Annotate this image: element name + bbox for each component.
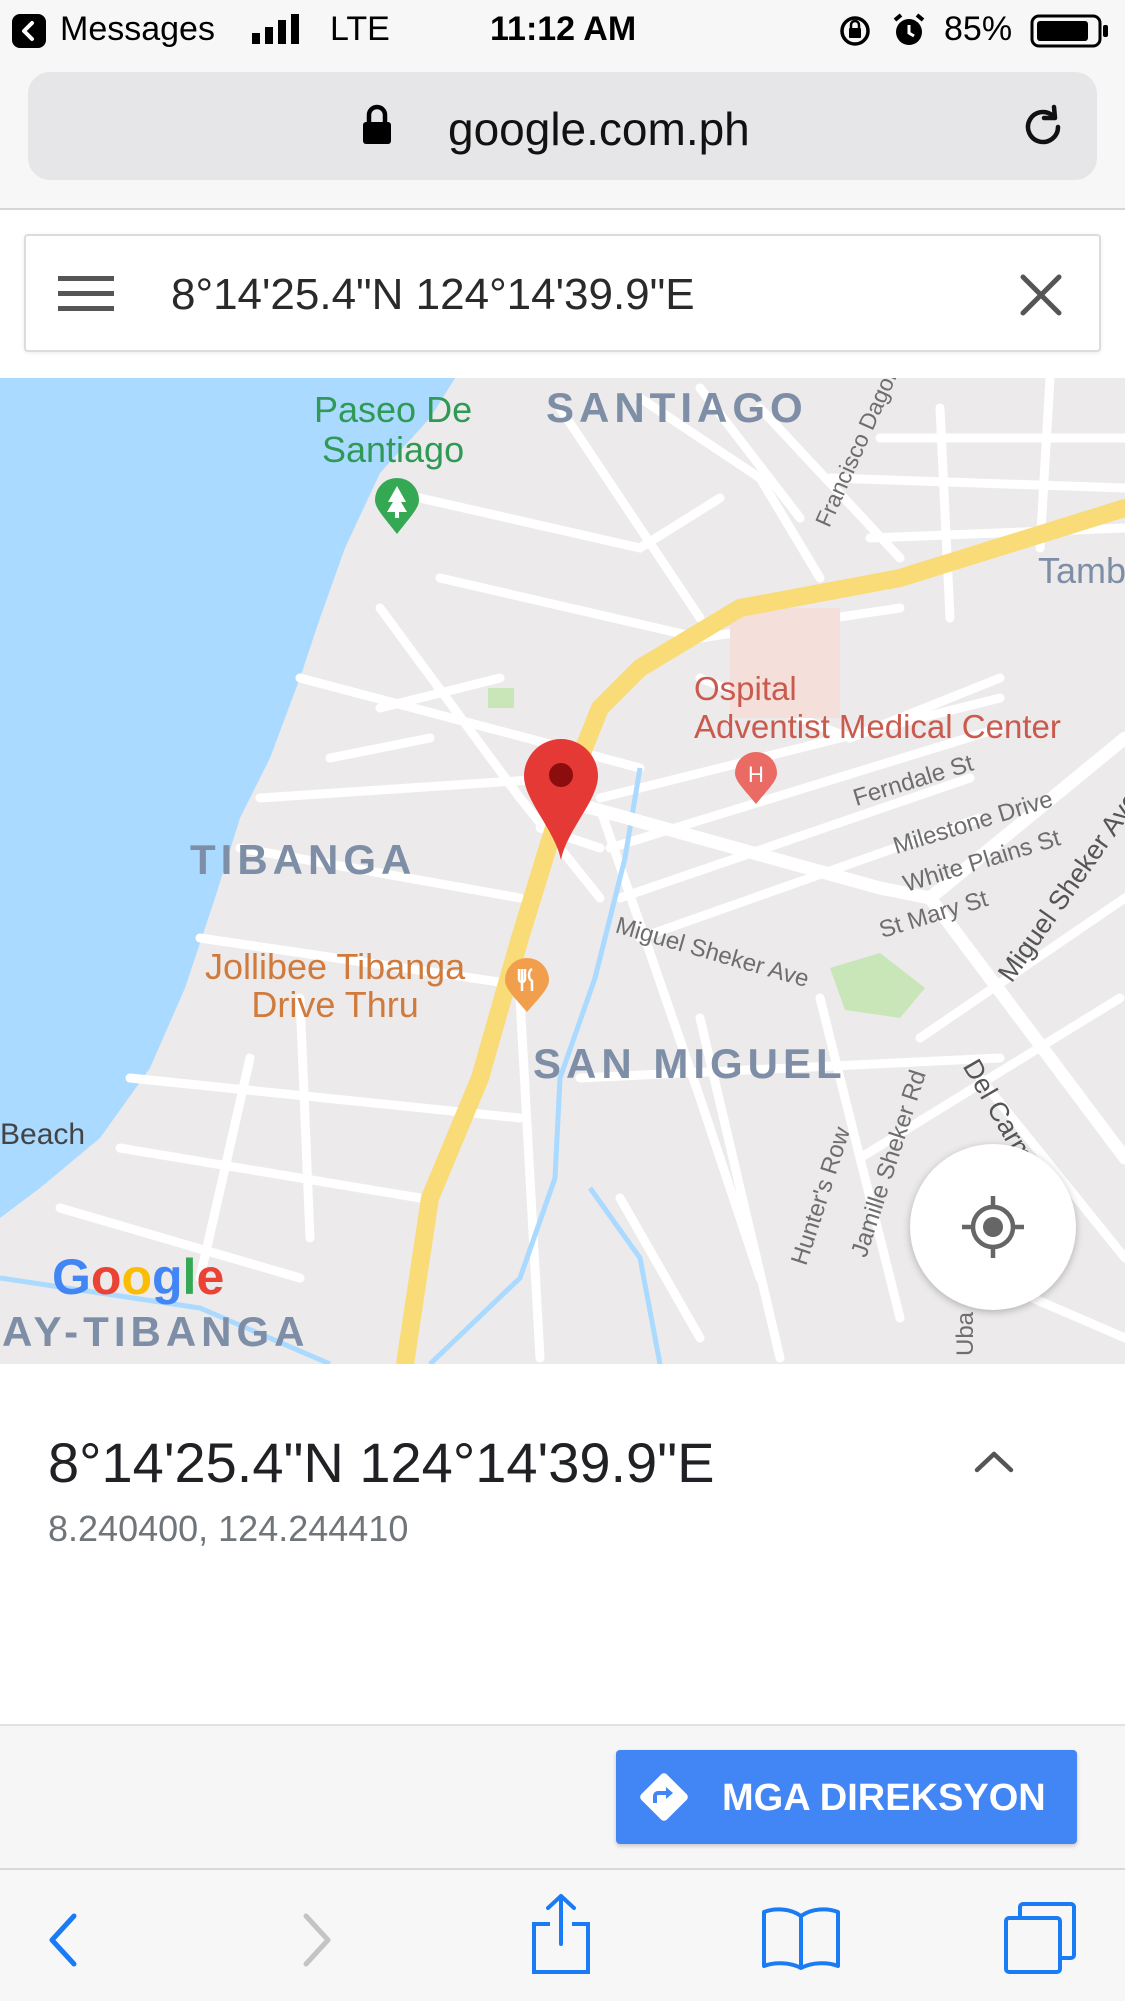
place-label-beach[interactable]: Beach: [0, 1118, 85, 1152]
network-label: LTE: [330, 10, 390, 48]
place-label-ospital[interactable]: Ospital: [694, 670, 797, 708]
url-field[interactable]: google.com.ph: [28, 72, 1097, 180]
svg-text:H: H: [748, 762, 764, 787]
battery-label: 85%: [944, 10, 1013, 48]
search-input[interactable]: 8°14'25.4"N 124°14'39.9"E: [171, 270, 695, 320]
my-location-icon: [960, 1194, 1026, 1265]
battery-icon: [1030, 14, 1110, 57]
area-label-san-miguel: SAN MIGUEL: [533, 1040, 847, 1087]
status-bar: Messages LTE 11:12 AM 85%: [0, 0, 1125, 62]
area-label-tibanga: TIBANGA: [190, 836, 417, 883]
browser-toolbar: [0, 1868, 1125, 2001]
share-icon[interactable]: [530, 1892, 592, 1981]
back-app-label[interactable]: Messages: [60, 10, 215, 49]
back-to-app-icon[interactable]: [12, 14, 46, 48]
lock-icon: [361, 104, 393, 151]
decimal-coordinates: 8.240400, 124.244410: [48, 1508, 409, 1549]
menu-icon[interactable]: [58, 274, 114, 319]
place-label-jollibee[interactable]: Jollibee Tibanga Drive Thru: [205, 948, 465, 1024]
place-label-paseo-de-santiago[interactable]: Paseo De Santiago: [314, 390, 472, 470]
street-label-uba: Uba: [952, 1311, 979, 1356]
reload-icon[interactable]: [1018, 102, 1068, 157]
my-location-button[interactable]: [910, 1144, 1076, 1310]
back-icon[interactable]: [46, 1912, 80, 1973]
bookmarks-icon[interactable]: [760, 1906, 842, 1975]
forward-icon[interactable]: [300, 1912, 334, 1973]
directions-label: MGA DIREKSYON: [722, 1777, 1046, 1819]
restaurant-icon[interactable]: [503, 958, 551, 1019]
clear-icon[interactable]: [1020, 274, 1062, 321]
area-label-ay-tibanga: AY-TIBANGA: [2, 1308, 310, 1355]
location-pin-icon[interactable]: [522, 738, 600, 867]
google-logo: Google: [52, 1248, 224, 1306]
park-area-small: [488, 688, 514, 708]
url-text: google.com.ph: [448, 103, 750, 155]
directions-icon: [638, 1771, 690, 1828]
orientation-lock-icon: [838, 14, 872, 57]
signal-icon: [252, 14, 304, 53]
park-icon[interactable]: [373, 478, 421, 541]
area-label-santiago: SANTIAGO: [546, 384, 808, 431]
action-bar: MGA DIREKSYON: [0, 1724, 1125, 1868]
alarm-icon: [892, 12, 926, 57]
hospital-icon[interactable]: H: [733, 752, 779, 811]
tabs-icon[interactable]: [1002, 1900, 1078, 1981]
place-label-adventist-medical-center[interactable]: Adventist Medical Center: [694, 708, 1061, 746]
browser-address-bar: google.com.ph: [0, 62, 1125, 210]
place-label-tamb[interactable]: Tamb: [1038, 550, 1125, 592]
place-info-panel[interactable]: 8°14'25.4"N 124°14'39.9"E 8.240400, 124.…: [0, 1364, 1125, 1724]
time-label: 11:12 AM: [490, 10, 637, 48]
place-title: 8°14'25.4"N 124°14'39.9"E: [48, 1431, 715, 1494]
directions-button[interactable]: MGA DIREKSYON: [616, 1750, 1077, 1844]
search-box[interactable]: 8°14'25.4"N 124°14'39.9"E: [24, 234, 1101, 352]
map-view[interactable]: SANTIAGO TIBANGA SAN MIGUEL AY-TIBANGA P…: [0, 378, 1125, 1364]
chevron-up-icon[interactable]: [972, 1446, 1016, 1481]
google-logo-text: Google: [52, 1249, 225, 1305]
